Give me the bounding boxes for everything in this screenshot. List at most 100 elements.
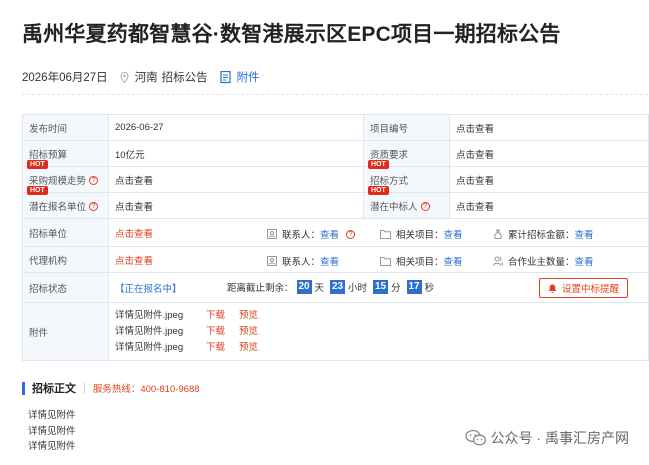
potential-winner-cell: HOT 潜在中标人?	[363, 186, 450, 219]
attachment-row: 详情见附件.jpeg 下载 预览	[115, 308, 642, 324]
agent-label: 代理机构	[22, 246, 109, 273]
contact-group: 联系人： 查看 ?	[267, 227, 356, 241]
contact-label: 联系人：	[282, 230, 321, 241]
related-label: 相关项目：	[396, 230, 444, 241]
agent-contact-view-link[interactable]: 查看	[320, 254, 339, 268]
countdown-hours: 23	[330, 280, 346, 294]
table-row: 代理机构 点击查看 联系人： 查看 相关项目： 查看 合作业主数量： 查看	[22, 246, 649, 273]
days-unit: 天	[314, 283, 325, 294]
related-group: 相关项目： 查看	[380, 227, 463, 241]
partner-view-link[interactable]: 查看	[575, 254, 594, 268]
announcement-body: 详情见附件 详情见附件 详情见附件	[28, 408, 76, 455]
method-label: 招标方式	[370, 175, 409, 187]
table-row: HOT 采购规模走势? 点击查看 HOT 招标方式 点击查看	[22, 160, 649, 193]
preview-link[interactable]: 预览	[239, 326, 258, 337]
section-title: 招标正文	[32, 383, 76, 395]
section-header: 招标正文 | 服务热线：400-810-9688	[22, 380, 200, 396]
minutes-unit: 分	[391, 283, 401, 294]
body-line: 详情见附件	[28, 410, 76, 421]
table-row: HOT 潜在报名单位? 点击查看 HOT 潜在中标人? 点击查看	[22, 186, 649, 219]
project-no-link[interactable]: 点击查看	[449, 114, 649, 141]
location[interactable]: 河南	[135, 69, 158, 85]
category[interactable]: 招标公告	[162, 69, 208, 85]
agent-link[interactable]: 点击查看	[115, 256, 153, 267]
body-line: 详情见附件	[28, 425, 76, 437]
contact-view-link[interactable]: 查看	[320, 227, 339, 241]
cumulative-label: 累计招标金额：	[508, 230, 575, 241]
attachment-row: 详情见附件.jpeg 下载 预览	[115, 340, 642, 356]
page-title: 禹州华夏药都智慧谷·数智港展示区EPC项目一期招标公告	[22, 23, 561, 46]
budget-value: 10亿元	[108, 140, 364, 167]
reminder-label: 设置中标提醒	[561, 284, 619, 295]
attachment-filename: 详情见附件.jpeg	[115, 309, 184, 321]
tender-unit-cell: 点击查看 联系人： 查看 ? 相关项目： 查看 累计招标金额： 查看	[108, 218, 649, 247]
watermark-text: 公众号 · 禹事汇房产网	[490, 430, 629, 446]
folder-icon	[380, 257, 391, 266]
deadline-label: 距离截止剩余：	[227, 283, 294, 294]
section-accent-bar	[22, 381, 25, 395]
cumulative-view-link[interactable]: 查看	[575, 227, 594, 241]
seconds-unit: 秒	[424, 283, 435, 294]
scale-trend-label: 采购规模走势	[29, 175, 87, 187]
countdown: 距离截止剩余： 20 天 23 小时 15 分 17 秒	[227, 280, 434, 294]
help-icon[interactable]: ?	[346, 229, 356, 239]
publish-time-value: 2026-06-27	[108, 114, 364, 141]
related-view-link[interactable]: 查看	[444, 227, 463, 241]
attachment-doc-icon[interactable]	[220, 70, 233, 84]
hours-unit: 小时	[348, 283, 368, 294]
watermark: 公众号 · 禹事汇房产网	[464, 428, 629, 448]
hot-badge: HOT	[27, 160, 48, 169]
countdown-seconds: 17	[406, 280, 422, 294]
tender-unit-link[interactable]: 点击查看	[115, 229, 153, 240]
method-link[interactable]: 点击查看	[449, 166, 649, 193]
partner-group: 合作业主数量： 查看	[493, 254, 594, 268]
info-table: 发布时间 2026-06-27 项目编号 点击查看 招标预算 10亿元 资质要求…	[22, 114, 649, 361]
divider	[22, 94, 648, 95]
attachment-cell: 详情见附件.jpeg 下载 预览 详情见附件.jpeg 下载 预览 详情见附件.jpeg…	[108, 302, 649, 361]
table-row: 招标单位 点击查看 联系人： 查看 ? 相关项目： 查看 累计招标金额： 查看	[22, 218, 649, 247]
download-link[interactable]: 下载	[206, 326, 225, 337]
wechat-icon	[464, 429, 486, 446]
agent-related-view-link[interactable]: 查看	[444, 254, 463, 268]
location-pin-icon	[120, 71, 129, 83]
scale-trend-link[interactable]: 点击查看	[108, 166, 364, 193]
preview-link[interactable]: 预览	[239, 342, 258, 353]
attachment-link[interactable]: 附件	[237, 69, 260, 85]
countdown-days: 20	[296, 280, 312, 294]
hot-badge: HOT	[368, 160, 389, 169]
related-label: 相关项目：	[396, 257, 444, 268]
table-row: 招标预算 10亿元 资质要求 点击查看	[22, 140, 649, 167]
set-bid-reminder-button[interactable]: 设置中标提醒	[538, 278, 628, 298]
partner-label: 合作业主数量：	[508, 257, 575, 268]
attachment-row: 详情见附件.jpeg 下载 预览	[115, 324, 642, 340]
bell-icon	[548, 284, 557, 293]
potential-winner-link[interactable]: 点击查看	[449, 192, 649, 219]
publish-time-label: 发布时间	[22, 114, 109, 141]
countdown-minutes: 15	[373, 280, 389, 294]
meta-bar: 2026年06月27日 河南 招标公告 附件	[22, 69, 260, 85]
attachment-label: 附件	[22, 302, 109, 361]
section-divider: |	[83, 382, 86, 394]
preview-link[interactable]: 预览	[239, 310, 258, 321]
potential-winner-label: 潜在中标人	[370, 201, 418, 213]
qualification-link[interactable]: 点击查看	[449, 140, 649, 167]
agent-related-group: 相关项目： 查看	[380, 254, 463, 268]
status-cell: 【正在报名中】 距离截止剩余： 20 天 23 小时 15 分 17 秒 设置中…	[108, 272, 649, 303]
download-link[interactable]: 下载	[206, 310, 225, 321]
agent-contact-group: 联系人： 查看	[267, 254, 339, 268]
contact-card-icon	[267, 256, 277, 266]
agent-cell: 点击查看 联系人： 查看 相关项目： 查看 合作业主数量： 查看	[108, 246, 649, 273]
table-row: 招标状态 【正在报名中】 距离截止剩余： 20 天 23 小时 15 分 17 …	[22, 272, 649, 303]
contact-label: 联系人：	[282, 257, 321, 268]
help-icon[interactable]: ?	[89, 202, 99, 212]
help-icon[interactable]: ?	[420, 202, 430, 212]
download-link[interactable]: 下载	[206, 342, 225, 353]
potential-bidder-link[interactable]: 点击查看	[108, 192, 364, 219]
help-icon[interactable]: ?	[89, 176, 99, 186]
table-row: 附件 详情见附件.jpeg 下载 预览 详情见附件.jpeg 下载 预览 详情见附件.j…	[22, 302, 649, 361]
contact-card-icon	[267, 229, 277, 239]
attachment-filename: 详情见附件.jpeg	[115, 341, 184, 353]
service-hotline: 服务热线：400-810-9688	[92, 384, 200, 395]
potential-bidder-cell: HOT 潜在报名单位?	[22, 186, 109, 219]
tender-unit-label: 招标单位	[22, 218, 109, 247]
